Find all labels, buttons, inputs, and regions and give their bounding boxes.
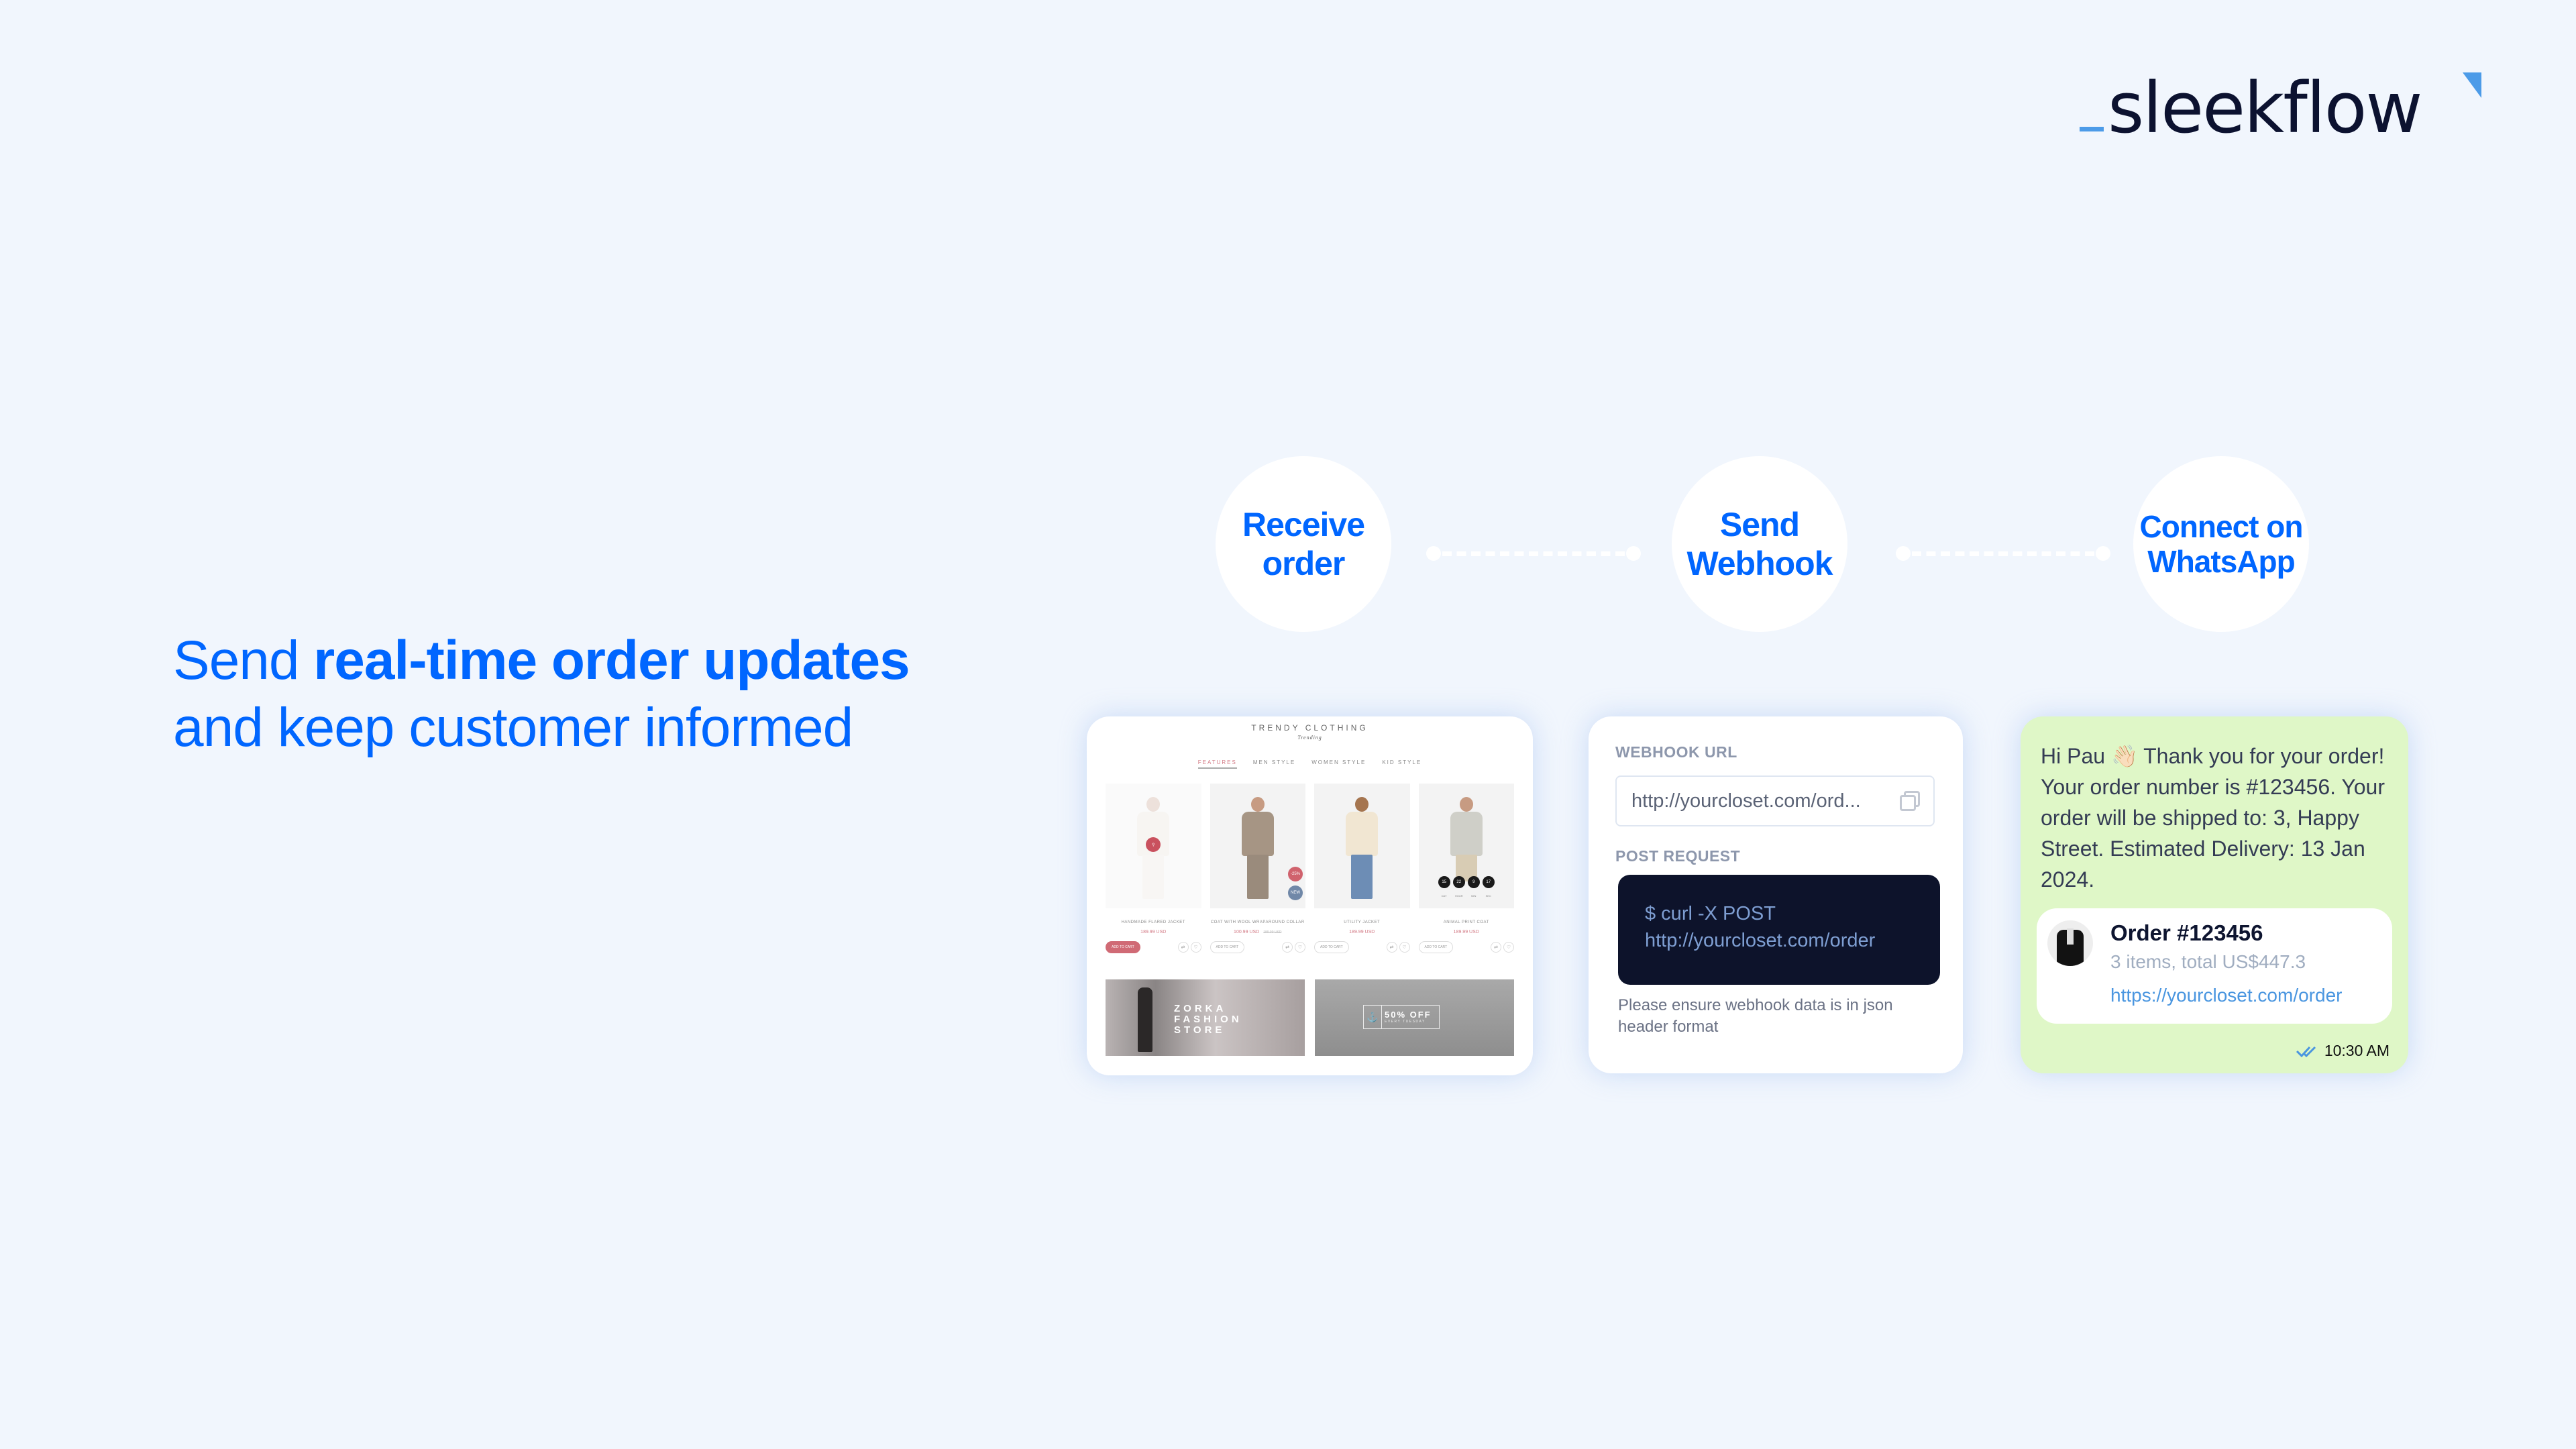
wishlist-heart-icon[interactable]: ♡ xyxy=(1399,942,1410,953)
webhook-url-field[interactable]: http://yourcloset.com/ord... xyxy=(1615,775,1935,826)
headline-bold: real-time order updates xyxy=(313,630,910,691)
add-to-cart-button[interactable]: ADD TO CART xyxy=(1418,941,1454,953)
message-text: Hi Pau 👋🏻 Thank you for your order! Your… xyxy=(2041,744,2385,892)
store-banner[interactable]: ZORKA FASHION STORE xyxy=(1106,979,1305,1056)
sale-banner[interactable]: ⚓ 50% OFF EVERY TUESDAY xyxy=(1315,979,1514,1056)
step-connect-whatsapp: Connect on WhatsApp xyxy=(2133,456,2309,632)
order-summary: 3 items, total US$447.3 xyxy=(2110,951,2306,972)
webhook-url-label: WEBHOOK URL xyxy=(1615,743,1737,761)
add-to-cart-button[interactable]: ADD TO CART xyxy=(1314,941,1349,953)
double-check-read-icon xyxy=(2296,1046,2316,1057)
tab-women-style[interactable]: WOMEN STYLE xyxy=(1311,759,1366,769)
post-request-code-block: $ curl -X POST http://yourcloset.com/ord… xyxy=(1618,875,1940,985)
add-to-cart-button[interactable]: ADD TO CART xyxy=(1106,941,1140,953)
tab-kid-style[interactable]: KID STYLE xyxy=(1382,759,1421,769)
shop-preview-card: TRENDY CLOTHING Trending FEATURES MEN ST… xyxy=(1087,716,1533,1075)
logo-underscore xyxy=(2080,127,2104,131)
logo-text: sleekflow xyxy=(2108,78,2422,134)
order-card[interactable]: Order #123456 3 items, total US$447.3 ht… xyxy=(2037,908,2392,1024)
product-image[interactable]: -25% NEW xyxy=(1210,784,1305,908)
compare-icon[interactable]: ⇄ xyxy=(1386,942,1397,953)
webhook-card: WEBHOOK URL http://yourcloset.com/ord...… xyxy=(1589,716,1963,1073)
order-thumbnail xyxy=(2047,920,2093,966)
compare-icon[interactable]: ⇄ xyxy=(1282,942,1293,953)
step-receive-order: Receive order xyxy=(1216,456,1391,632)
step-send-webhook: Send Webhook xyxy=(1672,456,1847,632)
sleekflow-logo: sleekflow xyxy=(2080,67,2421,134)
compare-icon[interactable]: ⇄ xyxy=(1491,942,1501,953)
product-image[interactable]: ⚲ xyxy=(1106,784,1201,908)
wishlist-heart-icon[interactable]: ♡ xyxy=(1295,942,1305,953)
new-badge: NEW xyxy=(1288,885,1303,900)
shop-subtitle: Trending xyxy=(1297,735,1322,741)
product-card[interactable]: 15 22 9 17 DAY HOUR MIN SEC ANIMAL PRINT… xyxy=(1418,784,1515,953)
shop-title: TRENDY CLOTHING xyxy=(1251,723,1368,733)
product-image[interactable]: 15 22 9 17 DAY HOUR MIN SEC xyxy=(1418,784,1515,908)
tab-features[interactable]: FEATURES xyxy=(1197,759,1237,769)
webhook-note: Please ensure webhook data is in json he… xyxy=(1618,996,1893,1036)
headline-line2: and keep customer informed xyxy=(173,697,853,758)
product-card[interactable]: -25% NEW COAT WITH WOOL WRAPAROUND COLLA… xyxy=(1210,784,1305,953)
post-request-label: POST REQUEST xyxy=(1615,847,1741,865)
discount-badge: -25% xyxy=(1288,867,1303,881)
copy-icon[interactable] xyxy=(1900,791,1920,811)
headline-line1: Send real-time order updates xyxy=(173,630,910,691)
shop-tabs: FEATURES MEN STYLE WOMEN STYLE KID STYLE xyxy=(1087,759,1533,769)
message-meta: 10:30 AM xyxy=(2296,1042,2390,1060)
promo-banners: ZORKA FASHION STORE ⚓ 50% OFF EVERY TUES… xyxy=(1106,979,1514,1056)
whatsapp-message-bubble: Hi Pau 👋🏻 Thank you for your order! Your… xyxy=(2021,716,2408,1073)
message-time: 10:30 AM xyxy=(2324,1042,2390,1059)
logo-triangle-icon xyxy=(2463,72,2481,98)
product-card[interactable]: UTILITY JACKET 189.99 USD ADD TO CART ⇄ ♡ xyxy=(1314,784,1410,953)
step-connector xyxy=(1426,546,1641,561)
tab-men-style[interactable]: MEN STYLE xyxy=(1253,759,1295,769)
wishlist-heart-icon[interactable]: ♡ xyxy=(1503,942,1514,953)
wishlist-heart-icon[interactable]: ♡ xyxy=(1190,942,1201,953)
order-link[interactable]: https://yourcloset.com/order xyxy=(2110,985,2342,1006)
webhook-url-value: http://yourcloset.com/ord... xyxy=(1631,790,1861,812)
add-to-cart-button[interactable]: ADD TO CART xyxy=(1210,941,1245,953)
product-card[interactable]: ⚲ HANDMADE FLARED JACKET 189.99 USD ADD … xyxy=(1106,784,1201,953)
step-connector xyxy=(1896,546,2110,561)
compare-icon[interactable]: ⇄ xyxy=(1177,942,1189,953)
order-title: Order #123456 xyxy=(2110,920,2263,945)
anchor-icon: ⚓ xyxy=(1364,1006,1382,1028)
product-image[interactable] xyxy=(1314,784,1410,908)
countdown-timer: 15 22 9 17 xyxy=(1419,876,1515,888)
product-grid: ⚲ HANDMADE FLARED JACKET 189.99 USD ADD … xyxy=(1106,784,1514,953)
headline: Send real-time order updates and keep cu… xyxy=(173,627,910,761)
